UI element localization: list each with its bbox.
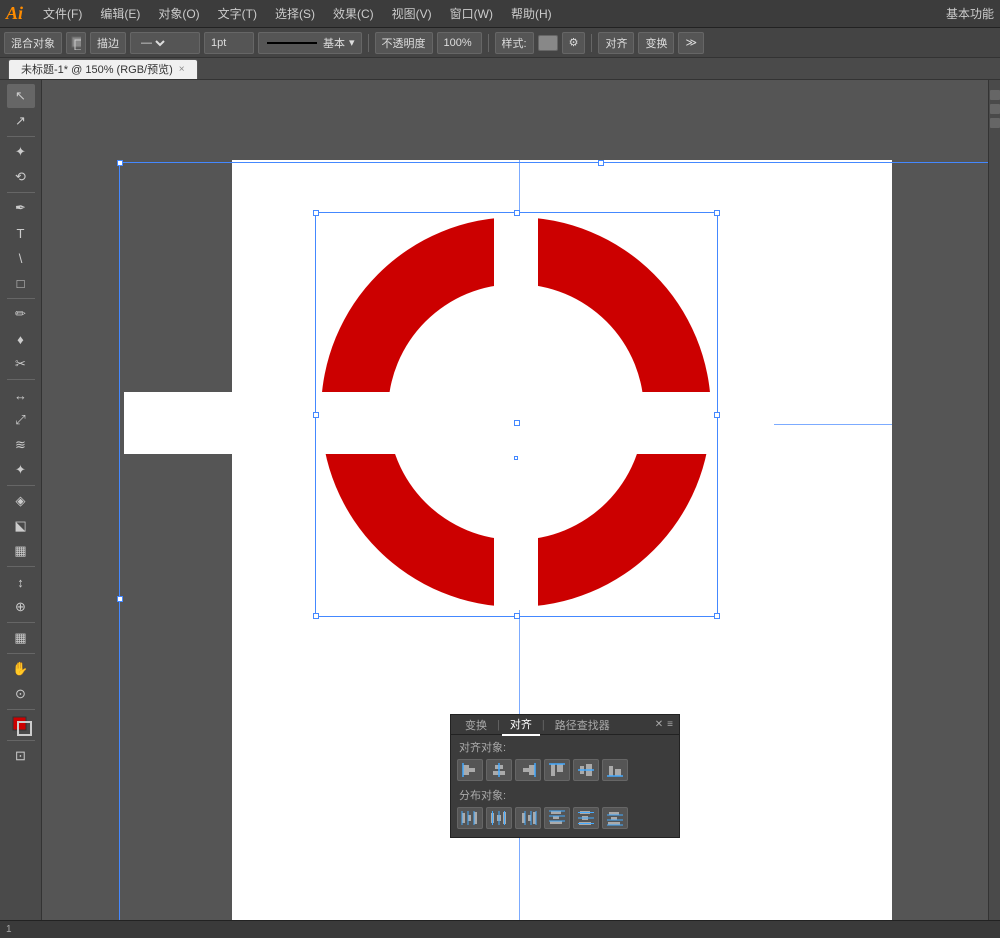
dist-top-btn[interactable] — [544, 807, 570, 829]
pencil-btn[interactable]: ✏ — [7, 302, 35, 326]
h-bar — [124, 392, 774, 454]
right-panel-icon-1[interactable] — [990, 90, 1000, 100]
app-logo: Ai — [6, 3, 23, 24]
status-bar: 1 — [0, 920, 1000, 938]
left-toolbar: ↖ ↗ ✦ ⟲ ✒ T \ □ ✏ ♦ ✂ ↔ ⤢ ≋ ✦ ◈ ⬕ ▦ ↕ ⊕ … — [0, 80, 42, 938]
brush-btn[interactable]: ♦ — [7, 327, 35, 351]
dist-vcenter-btn[interactable] — [573, 807, 599, 829]
menu-help[interactable]: 帮助(H) — [503, 3, 560, 24]
panel-tab-transform[interactable]: 变换 — [457, 715, 495, 735]
fill-stroke-box[interactable] — [7, 713, 35, 737]
panel-tab-align[interactable]: 对齐 — [502, 714, 540, 736]
blend-mode-selector[interactable]: 混合对象 — [4, 32, 62, 54]
tab-close-btn[interactable]: × — [179, 64, 185, 75]
stroke-dropdown[interactable]: — — [137, 36, 168, 50]
align-top-btn[interactable] — [544, 759, 570, 781]
shape-builder-btn[interactable]: ◈ — [7, 489, 35, 513]
zoom-btn[interactable]: ⊙ — [7, 682, 35, 706]
settings-btn[interactable]: ⚙ — [562, 32, 586, 54]
style-swatch[interactable] — [538, 35, 558, 51]
more-btn[interactable]: ≫ — [678, 32, 704, 54]
fill-box[interactable] — [66, 32, 86, 54]
center-dot-2 — [514, 456, 518, 460]
opacity-input[interactable]: 100% — [437, 32, 482, 54]
tab-label: 未标题-1* @ 150% (RGB/预览) — [21, 61, 173, 77]
right-panel-icon-2[interactable] — [990, 104, 1000, 114]
menu-edit[interactable]: 编辑(E) — [92, 3, 148, 24]
panel-menu-btn[interactable]: ≡ — [667, 719, 673, 730]
free-transform-btn[interactable]: ✦ — [7, 458, 35, 482]
stroke-style-basic[interactable]: 基本 ▾ — [258, 32, 362, 54]
gradient-btn[interactable]: ⬕ — [7, 514, 35, 538]
menu-select[interactable]: 选择(S) — [267, 3, 323, 24]
select-tool-btn[interactable]: ↖ — [7, 84, 35, 108]
line-btn[interactable]: \ — [7, 246, 35, 270]
align-right-btn[interactable] — [515, 759, 541, 781]
opacity-label: 不透明度 — [375, 32, 433, 54]
style-label: 样式: — [495, 32, 534, 54]
stroke-label: 描边 — [90, 32, 126, 54]
scissors-btn[interactable]: ✂ — [7, 352, 35, 376]
align-bottom-btn[interactable] — [602, 759, 628, 781]
screen-mode-btn[interactable]: ⊡ — [7, 744, 35, 768]
distribute-objects-label: 分布对象: — [451, 783, 679, 805]
distribute-objects-row — [451, 805, 679, 831]
panel-close-btn[interactable]: ✕ — [655, 719, 663, 730]
align-objects-row — [451, 757, 679, 783]
align-panel: 变换 | 对齐 | 路径查找器 ✕ ≡ 对齐对象: — [450, 714, 680, 838]
menu-file[interactable]: 文件(F) — [35, 3, 90, 24]
status-text: 1 — [6, 924, 12, 935]
eyedropper-btn[interactable]: ↕ — [7, 570, 35, 594]
rotate-btn[interactable]: ↔ — [7, 383, 35, 407]
align-btn[interactable]: 对齐 — [598, 32, 634, 54]
direct-select-btn[interactable]: ↗ — [7, 109, 35, 133]
right-panel-icon-3[interactable] — [990, 118, 1000, 128]
chart-btn[interactable]: ▦ — [7, 626, 35, 650]
warp-btn[interactable]: ≋ — [7, 433, 35, 457]
align-hcenter-btn[interactable] — [486, 759, 512, 781]
document-tab[interactable]: 未标题-1* @ 150% (RGB/预览) × — [8, 59, 198, 79]
align-vcenter-btn[interactable] — [573, 759, 599, 781]
menu-items: 文件(F) 编辑(E) 对象(O) 文字(T) 选择(S) 效果(C) 视图(V… — [35, 3, 560, 24]
blend-btn[interactable]: ⊕ — [7, 595, 35, 619]
menu-bar: Ai 文件(F) 编辑(E) 对象(O) 文字(T) 选择(S) 效果(C) 视… — [0, 0, 1000, 28]
workspace-label: 基本功能 — [946, 5, 994, 22]
dist-left-btn[interactable] — [457, 807, 483, 829]
menu-object[interactable]: 对象(O) — [150, 3, 207, 24]
menu-effect[interactable]: 效果(C) — [325, 3, 382, 24]
right-panel — [988, 80, 1000, 938]
stroke-width-input[interactable]: 1pt — [204, 32, 254, 54]
dist-bottom-btn[interactable] — [602, 807, 628, 829]
scale-btn[interactable]: ⤢ — [7, 408, 35, 432]
transform-btn[interactable]: 变换 — [638, 32, 674, 54]
menu-view[interactable]: 视图(V) — [384, 3, 440, 24]
pen-btn[interactable]: ✒ — [7, 196, 35, 220]
dist-hcenter-btn[interactable] — [486, 807, 512, 829]
mesh-btn[interactable]: ▦ — [7, 539, 35, 563]
panel-tab-pathfinder[interactable]: 路径查找器 — [547, 715, 618, 735]
magic-wand-btn[interactable]: ✦ — [7, 140, 35, 164]
menu-type[interactable]: 文字(T) — [210, 3, 265, 24]
rect-btn[interactable]: □ — [7, 271, 35, 295]
stroke-selector[interactable]: — — [130, 32, 200, 54]
lasso-btn[interactable]: ⟲ — [7, 165, 35, 189]
hand-btn[interactable]: ✋ — [7, 657, 35, 681]
type-btn[interactable]: T — [7, 221, 35, 245]
align-left-btn[interactable] — [457, 759, 483, 781]
menu-window[interactable]: 窗口(W) — [442, 3, 501, 24]
dist-right-btn[interactable] — [515, 807, 541, 829]
toolbar: 混合对象 描边 — 1pt 基本 ▾ 不透明度 100% 样式: ⚙ 对齐 变换… — [0, 28, 1000, 58]
align-panel-title-bar[interactable]: 变换 | 对齐 | 路径查找器 ✕ ≡ — [451, 715, 679, 735]
tab-bar: 未标题-1* @ 150% (RGB/预览) × — [0, 58, 1000, 80]
center-dot-1 — [514, 420, 520, 426]
align-objects-label: 对齐对象: — [451, 735, 679, 757]
